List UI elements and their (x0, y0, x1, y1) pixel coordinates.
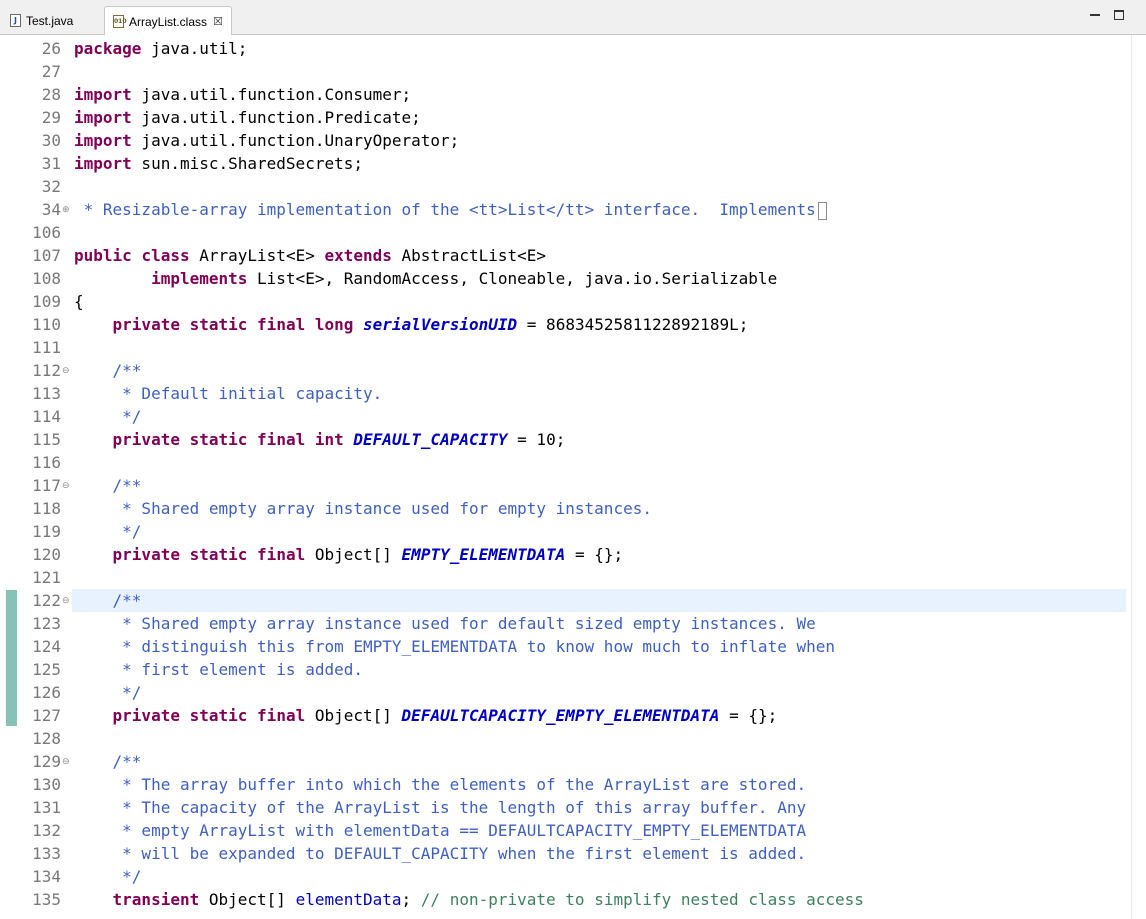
line-number: 120 (32, 545, 61, 564)
code-line[interactable]: public class ArrayList<E> extends Abstra… (74, 244, 546, 267)
code-line[interactable]: private static final Object[] DEFAULTCAP… (74, 704, 778, 727)
line-number: 131 (32, 798, 61, 817)
current-line-highlight (72, 589, 1126, 612)
code-line[interactable]: private static final int DEFAULT_CAPACIT… (74, 428, 566, 451)
code-line[interactable]: /** (74, 359, 142, 382)
code-line[interactable]: * The array buffer into which the elemen… (74, 773, 806, 796)
line-number: 29 (41, 108, 61, 127)
window-controls (1090, 10, 1124, 20)
line-number: 32 (41, 177, 61, 196)
tab-label: ArrayList.class (129, 14, 208, 29)
tab-label: Test.java (26, 13, 74, 28)
code-line[interactable]: * Shared empty array instance used for e… (74, 497, 652, 520)
code-line[interactable]: transient Object[] elementData; // non-p… (74, 888, 864, 911)
line-number: 34 (41, 200, 61, 219)
line-number: 108 (32, 269, 61, 288)
code-line[interactable]: * Resizable-array implementation of the … (74, 198, 827, 221)
code-line[interactable]: * distinguish this from EMPTY_ELEMENTDAT… (74, 635, 835, 658)
line-number: 133 (32, 844, 61, 863)
code-line[interactable]: /** (74, 474, 142, 497)
fold-expand-icon[interactable]: ⊕ (62, 206, 71, 215)
code-line[interactable]: * first element is added. (74, 658, 363, 681)
quick-diff-ruler (0, 35, 18, 919)
line-number: 117 (32, 476, 61, 495)
code-line[interactable]: */ (74, 405, 141, 428)
line-number: 135 (32, 890, 61, 909)
line-number: 106 (32, 223, 61, 242)
line-number: 129 (32, 752, 61, 771)
code-line[interactable]: { (74, 290, 84, 313)
line-number: 134 (32, 867, 61, 886)
close-icon[interactable]: ☒ (213, 15, 223, 28)
code-line[interactable]: package java.util; (74, 37, 247, 60)
line-number: 30 (41, 131, 61, 150)
line-number: 111 (32, 338, 61, 357)
line-number: 122 (32, 591, 61, 610)
maximize-icon[interactable] (1114, 10, 1124, 20)
line-number: 130 (32, 775, 61, 794)
tab-test-java[interactable]: J Test.java (2, 6, 102, 35)
fold-collapse-icon[interactable]: ⊖ (62, 482, 71, 491)
line-number: 121 (32, 568, 61, 587)
fold-collapse-icon[interactable]: ⊖ (62, 597, 71, 606)
code-line[interactable]: implements List<E>, RandomAccess, Clonea… (74, 267, 777, 290)
line-number: 115 (32, 430, 61, 449)
line-number: 125 (32, 660, 61, 679)
code-line[interactable]: * Default initial capacity. (74, 382, 382, 405)
line-number: 31 (41, 154, 61, 173)
code-line[interactable]: */ (74, 681, 141, 704)
line-number: 132 (32, 821, 61, 840)
line-number: 124 (32, 637, 61, 656)
line-number: 116 (32, 453, 61, 472)
code-line[interactable]: import java.util.function.Predicate; (74, 106, 421, 129)
code-line[interactable]: */ (74, 865, 141, 888)
line-number: 119 (32, 522, 61, 541)
java-file-icon: J (10, 14, 21, 27)
tab-arraylist-class[interactable]: 010 ArrayList.class ☒ (104, 6, 232, 36)
line-number: 27 (41, 62, 61, 81)
code-line[interactable]: */ (74, 520, 141, 543)
line-number: 114 (32, 407, 61, 426)
code-line[interactable]: private static final long serialVersionU… (74, 313, 749, 336)
line-number: 113 (32, 384, 61, 403)
line-number: 128 (32, 729, 61, 748)
line-number: 123 (32, 614, 61, 633)
code-editor[interactable]: 26 package java.util; 27 28 import java.util… (0, 35, 1146, 919)
line-number: 126 (32, 683, 61, 702)
change-bar (6, 590, 17, 726)
code-line[interactable]: * empty ArrayList with elementData == DE… (74, 819, 806, 842)
code-line[interactable]: * The capacity of the ArrayList is the l… (74, 796, 806, 819)
editor-tab-bar: J Test.java 010 ArrayList.class ☒ (0, 0, 1146, 36)
line-number: 118 (32, 499, 61, 518)
line-number: 110 (32, 315, 61, 334)
overview-ruler[interactable] (1131, 35, 1146, 919)
code-line[interactable]: * Shared empty array instance used for d… (74, 612, 816, 635)
line-number: 109 (32, 292, 61, 311)
code-line[interactable]: import sun.misc.SharedSecrets; (74, 152, 363, 175)
code-line[interactable]: import java.util.function.UnaryOperator; (74, 129, 459, 152)
minimize-icon[interactable] (1090, 10, 1100, 20)
fold-collapse-icon[interactable]: ⊖ (62, 758, 71, 767)
code-line[interactable]: /** (74, 750, 142, 773)
line-number: 127 (32, 706, 61, 725)
class-file-icon: 010 (113, 15, 127, 28)
line-number: 107 (32, 246, 61, 265)
code-line[interactable]: * will be expanded to DEFAULT_CAPACITY w… (74, 842, 806, 865)
code-line[interactable]: /** (74, 589, 142, 612)
code-line[interactable]: import java.util.function.Consumer; (74, 83, 411, 106)
line-number: 112 (32, 361, 61, 380)
code-line[interactable]: private static final Object[] EMPTY_ELEM… (74, 543, 624, 566)
line-number: 28 (41, 85, 61, 104)
line-number: 26 (41, 39, 61, 58)
fold-collapse-icon[interactable]: ⊖ (62, 367, 71, 376)
